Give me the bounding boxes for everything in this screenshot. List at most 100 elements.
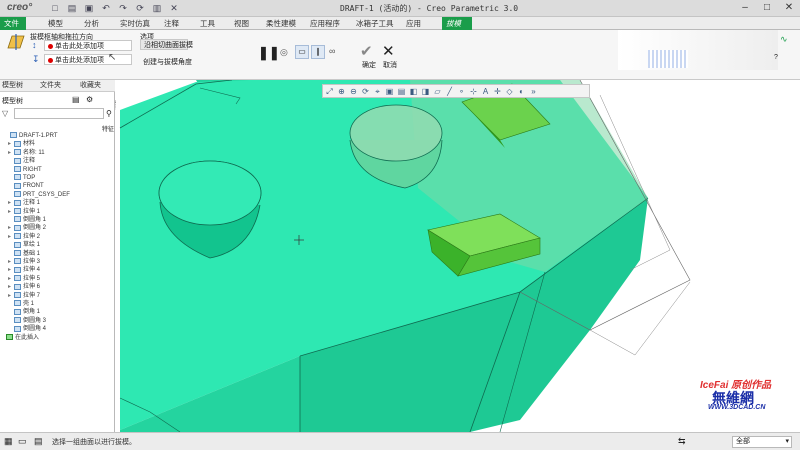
tree-item[interactable]: ▸ 拉伸 1	[8, 208, 121, 216]
tab-file[interactable]: 文件	[0, 17, 26, 30]
tree-item-label: 倒圆角 4	[23, 326, 47, 333]
redo-icon[interactable]: ↷	[116, 2, 130, 15]
tree-item[interactable]: ▸ 拉伸 6	[8, 283, 121, 291]
repaint-icon[interactable]: ⟳	[360, 86, 371, 97]
tree-toolbar: 模型树 ▤ ⚙	[2, 94, 113, 106]
layers-icon[interactable]: ▤	[396, 86, 407, 97]
tab-model[interactable]: 模型	[44, 17, 67, 30]
pivot-collector[interactable]: 单击此处添加项	[44, 40, 132, 51]
open-icon[interactable]: ▤	[65, 2, 79, 15]
tree-item[interactable]: 草绘 1	[8, 241, 121, 249]
maximize-icon[interactable]: □	[760, 1, 774, 15]
search-icon[interactable]: ⚲	[106, 109, 112, 118]
tab-draft[interactable]: 拔模	[442, 17, 472, 30]
show-browser-icon[interactable]: ▭	[18, 436, 27, 447]
tree-search-input[interactable]	[14, 108, 104, 119]
tree-item[interactable]: 倒圆角 4	[8, 325, 121, 333]
close-window-icon[interactable]: ✕	[782, 1, 796, 15]
tab-applications[interactable]: 应用程序	[306, 17, 344, 30]
tab-folder-browser[interactable]: 文件夹	[40, 81, 61, 91]
tree-filter-icon[interactable]: ⚙	[86, 95, 93, 104]
confirm-check-icon[interactable]: ✔	[360, 42, 373, 60]
select-mode-icon[interactable]: ⇆	[678, 436, 686, 447]
csys-icon[interactable]: ⊹	[468, 86, 479, 97]
tab-live-sim[interactable]: 实时仿真	[116, 17, 154, 30]
tree-item[interactable]: ▸ 拉伸 2	[8, 233, 121, 241]
model-3d-view[interactable]	[116, 80, 800, 432]
tab-fridge-tools[interactable]: 冰箱子工具	[352, 17, 398, 30]
tab-annotate[interactable]: 注释	[160, 17, 183, 30]
tree-item[interactable]: PRT_CSYS_DEF	[8, 191, 121, 199]
tree-item[interactable]: 倒圆角 1	[8, 216, 121, 224]
tree-item-label: 倒圆角 1	[23, 217, 47, 223]
pull-direction-collector[interactable]: 单击此处添加项	[44, 54, 132, 65]
tree-item[interactable]: 基础 1	[8, 250, 121, 258]
graphics-window[interactable]	[116, 80, 800, 432]
funnel-icon[interactable]: ▽	[2, 109, 8, 118]
minimize-icon[interactable]: –	[738, 1, 752, 15]
datum-planes-icon[interactable]: ▱	[432, 86, 443, 97]
section-icon[interactable]: ◨	[420, 86, 431, 97]
tab-model-tree[interactable]: 模型树	[2, 81, 23, 91]
tree-item[interactable]: 壳 1	[8, 300, 121, 308]
tab-analysis[interactable]: 分析	[80, 17, 103, 30]
tree-item[interactable]: ▸ 拉伸 3	[8, 258, 121, 266]
show-navigator-icon[interactable]: ▦	[4, 436, 13, 447]
regen-icon[interactable]: ⟳	[133, 2, 147, 15]
preview-icon[interactable]: ◎	[280, 47, 288, 58]
undo-icon[interactable]: ↶	[99, 2, 113, 15]
feature-icon	[14, 199, 21, 206]
tab-flexible-modeling[interactable]: 柔性建模	[262, 17, 300, 30]
geometry-preview-icon[interactable]: ∥	[311, 45, 325, 59]
tree-search-row: ▽ ⚲	[2, 108, 113, 120]
tree-item[interactable]: ▸ 注释 1	[8, 199, 121, 207]
tree-item[interactable]: ▸ 名称: 11	[8, 149, 121, 157]
pause-icon[interactable]: ❚❚	[258, 45, 280, 60]
tree-item[interactable]: RIGHT	[8, 166, 121, 174]
tree-item[interactable]: 倒角 1	[8, 308, 121, 316]
zoom-in-icon[interactable]: ⊕	[336, 86, 347, 97]
tangent-surfaces-toggle[interactable]: 沿相切曲面拔模	[140, 39, 193, 50]
tree-item[interactable]: ▸ 倒圆角 2	[8, 224, 121, 232]
more-icon[interactable]: »	[528, 86, 539, 97]
help-icon[interactable]: ?	[774, 54, 778, 61]
tree-item[interactable]: 注释	[8, 157, 121, 165]
close-icon[interactable]: ✕	[167, 2, 181, 15]
tab-view[interactable]: 视图	[230, 17, 253, 30]
appearance-icon[interactable]: ◐	[516, 86, 527, 97]
tree-item[interactable]: ▸ 拉伸 5	[8, 275, 121, 283]
new-icon[interactable]: □	[48, 2, 62, 15]
tab-apply[interactable]: 应用	[402, 17, 425, 30]
option-draft-angle[interactable]: 创建与拔模角度	[143, 57, 192, 67]
tree-item[interactable]: FRONT	[8, 182, 121, 190]
zoom-out-icon[interactable]: ⊖	[348, 86, 359, 97]
tab-favorites[interactable]: 收藏夹	[80, 81, 101, 91]
tree-item[interactable]: ▸ 拉伸 7	[8, 292, 121, 300]
datum-axes-icon[interactable]: ╱	[444, 86, 455, 97]
tree-item[interactable]: ▸ 拉伸 4	[8, 266, 121, 274]
datum-points-icon[interactable]: ∘	[456, 86, 467, 97]
annotations-icon[interactable]: A	[480, 86, 491, 97]
tree-settings-icon[interactable]: ▤	[72, 95, 80, 104]
display-style-icon[interactable]: ◧	[408, 86, 419, 97]
sketch-icon[interactable]: ∿	[780, 34, 788, 45]
saved-views-icon[interactable]: ▣	[384, 86, 395, 97]
verify-icon[interactable]: ▭	[295, 45, 309, 59]
model-tree-menu[interactable]: 模型树	[2, 96, 23, 106]
save-icon[interactable]: ▣	[82, 2, 96, 15]
cancel-x-icon[interactable]: ✕	[382, 42, 395, 60]
windows-icon[interactable]: ▥	[150, 2, 164, 15]
insert-here-marker[interactable]: 在此插入	[6, 334, 119, 342]
glasses-icon[interactable]: ∞	[329, 46, 335, 56]
orient-icon[interactable]: ⌖	[372, 86, 383, 97]
tree-item[interactable]: DRAFT-1.PRT	[4, 132, 117, 140]
window-title: DRAFT-1 (活动的) - Creo Parametric 3.0	[340, 4, 519, 13]
perspective-icon[interactable]: ◇	[504, 86, 515, 97]
tree-item[interactable]: 倒圆角 3	[8, 317, 121, 325]
spin-center-icon[interactable]: ✛	[492, 86, 503, 97]
tree-item[interactable]: TOP	[8, 174, 121, 182]
tab-tools[interactable]: 工具	[196, 17, 219, 30]
selection-filter-dropdown[interactable]: 全部 ▾	[732, 436, 792, 448]
tree-item[interactable]: ▸ 材料	[8, 140, 121, 148]
refit-icon[interactable]: ⤢	[324, 86, 335, 97]
